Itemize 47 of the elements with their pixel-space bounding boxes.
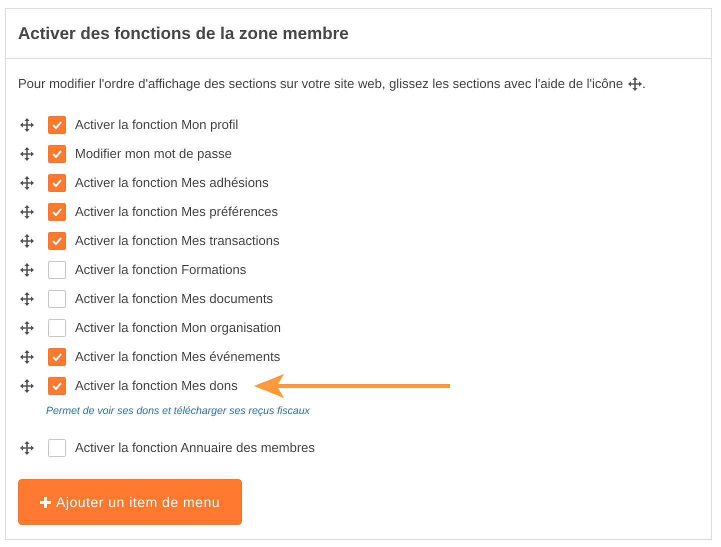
option-label: Activer la fonction Mes transactions xyxy=(75,232,280,250)
instruction-text: Pour modifier l'ordre d'affichage des sections sur votre site web, glissez les sections avec l'aide de l'icône xyxy=(18,75,624,94)
check-icon xyxy=(52,236,62,244)
checkbox[interactable] xyxy=(48,232,66,250)
move-icon xyxy=(20,118,34,132)
move-icon xyxy=(20,378,34,392)
checkbox[interactable] xyxy=(48,260,66,278)
checkbox[interactable] xyxy=(48,376,66,394)
checkbox[interactable] xyxy=(48,144,66,162)
check-icon xyxy=(52,352,62,360)
move-icon xyxy=(20,292,34,306)
option-label: Activer la fonction Mes dons xyxy=(75,376,238,395)
move-icon xyxy=(20,262,34,276)
plus-icon xyxy=(40,496,51,508)
move-icon xyxy=(20,320,34,334)
panel-title: Activer des fonctions de la zone membre xyxy=(18,22,349,45)
move-icon xyxy=(20,204,34,218)
check-icon xyxy=(52,150,62,158)
add-menu-item-button[interactable]: Ajouter un item de menu xyxy=(18,479,242,525)
check-icon xyxy=(52,178,62,186)
checkbox[interactable] xyxy=(48,348,66,366)
checkbox[interactable] xyxy=(48,290,66,308)
option-label: Activer la fonction Mes adhésions xyxy=(75,174,269,192)
check-icon xyxy=(52,120,62,128)
option-label: Activer la fonction Mes préférences xyxy=(75,202,278,221)
option-description: Permet de voir ses dons et télécharger ses reçus fiscaux xyxy=(46,404,311,420)
move-icon xyxy=(628,77,642,91)
move-icon xyxy=(20,440,34,454)
move-icon xyxy=(20,146,34,160)
move-icon xyxy=(20,350,34,364)
option-label: Activer la fonction Mon organisation xyxy=(75,318,281,337)
move-icon xyxy=(20,234,34,248)
checkbox[interactable] xyxy=(48,202,66,220)
instruction-period: . xyxy=(642,75,646,94)
check-icon xyxy=(52,382,62,390)
option-label: Activer la fonction Mes documents xyxy=(75,290,273,308)
checkbox[interactable] xyxy=(48,116,66,134)
checkbox[interactable] xyxy=(48,318,66,336)
checkbox[interactable] xyxy=(48,174,66,192)
option-label: Activer la fonction Mon profil xyxy=(75,116,238,134)
move-icon xyxy=(20,176,34,190)
check-icon xyxy=(52,208,62,216)
checkbox[interactable] xyxy=(48,438,66,456)
option-label: Activer la fonction Mes événements xyxy=(75,348,280,366)
option-label: Activer la fonction Annuaire des membres xyxy=(75,438,315,457)
option-label: Activer la fonction Formations xyxy=(75,260,246,279)
option-label: Modifier mon mot de passe xyxy=(75,144,232,163)
